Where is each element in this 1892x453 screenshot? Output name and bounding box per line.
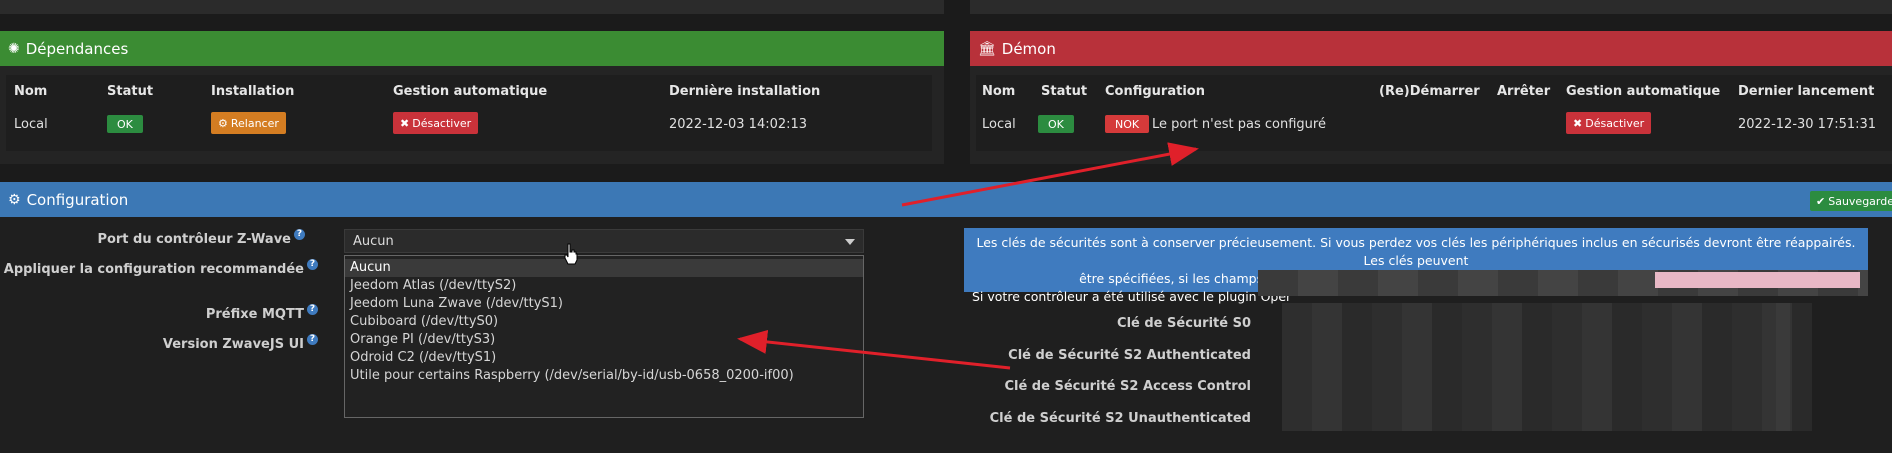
arrow-to-dropdown xyxy=(737,329,1011,370)
annotation-arrows xyxy=(737,142,1199,370)
arrow-to-daemon-config xyxy=(901,142,1199,207)
